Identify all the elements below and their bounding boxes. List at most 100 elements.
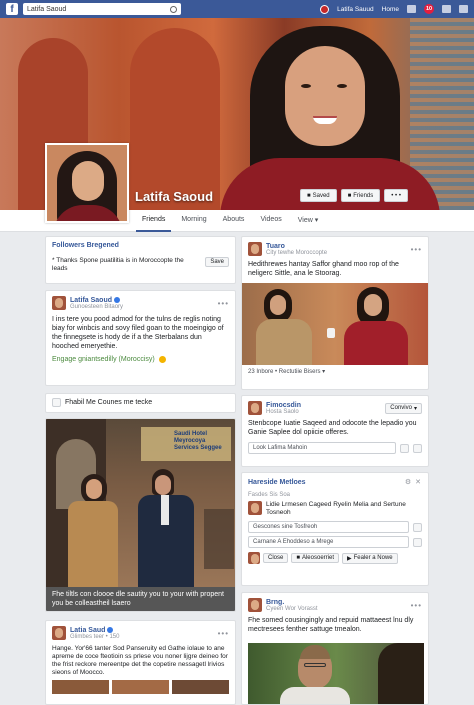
follow-button[interactable]: Convivo ▾ [385,402,422,414]
post-body: Hedithrewes hantay Saffor ghand moo rop … [248,261,399,277]
verified-icon [107,626,114,633]
group-message-input[interactable]: Carnane A Ehoddeso a Mrege [248,536,409,548]
followers-card-text: * Thanks Spone puatilitia is in Moroccop… [52,257,184,272]
home-link[interactable]: Home [382,6,399,13]
post-body: Stenbcope Iuatie Saqeed and odocote the … [248,420,417,436]
post-author-name: Latia Saud [70,626,106,634]
user-avatar[interactable] [320,4,330,14]
save-button[interactable]: Save [205,257,229,267]
status-strip: Fhabil Me Counes me tecke [45,393,236,413]
post-photo[interactable]: Saudi Hotel Meyrocoya Services Seggee [46,419,235,587]
send-icon[interactable] [413,537,422,547]
thumbnail[interactable] [172,680,229,694]
groups-card: Hareside Metloes ⚙ ✕ Fasdes Sis Soa Lidi… [241,472,429,586]
facebook-logo-icon[interactable]: f [6,3,18,15]
avatar[interactable] [248,598,262,612]
post-options-icon[interactable]: ••• [218,299,229,308]
tab-morning[interactable]: Morning [175,210,212,232]
tab-friends[interactable]: Friends [136,210,172,232]
post-card: Latifa Saoud Gunoesteen Bitaory ••• I in… [45,290,236,386]
avatar[interactable] [248,401,262,415]
post-body: I ins tere you pood admod for the tulns … [52,316,224,350]
comment-input[interactable]: Look Lafima Mahoin [248,442,396,454]
avatar[interactable] [52,626,66,640]
share-button[interactable]: ▶ Fealer a Nowe [341,552,398,564]
user-name-link[interactable]: Latifa Sauud [337,6,374,13]
post-card: Latia Saud Glimbes teer • 150 ••• Hange.… [45,620,236,705]
avatar[interactable] [248,552,260,564]
post-options-icon[interactable]: ••• [411,601,422,610]
saved-button-label: Saved [312,192,330,199]
emoji-icon[interactable] [413,443,422,453]
camera-icon[interactable] [413,522,422,532]
avatar[interactable] [52,296,66,310]
messages-icon[interactable] [442,5,451,13]
reactions-button[interactable]: ■ Aleosoerriet [291,553,339,563]
post-author[interactable]: Latia Saud [70,627,119,634]
post-stats[interactable]: 23 Inbore • Rectutiie Bisers ▾ [242,365,428,378]
post-meta: City tewhe Moroccopte [266,249,328,256]
post-body: Hange. Yor'66 tanter Sod Panseruity ed G… [52,645,228,676]
follow-button-label: Convivo [390,405,412,411]
search-input-value: Latifa Saoud [27,5,67,13]
thumbnail[interactable] [112,680,169,694]
top-navigation-bar: f Latifa Saoud Latifa Sauud Home 10 [0,0,474,18]
like-icon: ■ [296,555,300,561]
post-photo[interactable] [248,643,424,704]
chevron-down-icon: ▾ [413,405,417,412]
post-card: Tuaro City tewhe Moroccopte ••• Hedithre… [241,236,429,390]
avatar[interactable] [248,501,262,515]
followers-card: Followers Bregened * Thanks Spone puatil… [45,236,236,284]
group-item-text[interactable]: Lidie Lrmesen Cageed Ryelin Melia and Se… [266,501,422,517]
post-footer[interactable]: Engage gniantsedilly (Moroccisy) [52,356,155,363]
close-button-label: Close [268,555,284,561]
settings-icon[interactable] [459,5,468,13]
more-options-label: • • • [391,192,401,199]
post-options-icon[interactable]: ••• [411,245,422,254]
post-meta: Gunoesteen Bitaory [70,303,124,310]
search-icon[interactable] [170,5,177,13]
cover-actions: ■ Saved ■ Friends • • • [300,189,408,202]
tab-abouts[interactable]: Abouts [217,210,251,232]
post-author[interactable]: Brng. [266,599,318,606]
share-icon: ▶ [346,555,352,562]
groups-title[interactable]: Hareside Metloes [248,479,306,486]
friends-icon: ■ [347,192,352,199]
avatar[interactable] [248,242,262,256]
friends-button[interactable]: ■ Friends [340,189,381,202]
saved-button[interactable]: ■ Saved [300,189,337,202]
post-body: Fhe somed cousingingly and repuid mattae… [248,617,414,633]
followers-card-title[interactable]: Followers Bregened [52,242,229,249]
post-author-name: Latifa Saoud [70,296,113,304]
tab-videos[interactable]: Videos [254,210,287,232]
bookmark-icon: ■ [307,192,311,199]
profile-picture[interactable] [45,143,129,223]
cover-person [220,18,440,210]
post-photo[interactable] [242,283,428,365]
settings-icon[interactable]: ⚙ ✕ [405,478,422,486]
search-input[interactable]: Latifa Saoud [23,3,181,15]
camera-icon[interactable] [400,443,409,453]
hotel-sign: Saudi Hotel Meyrocoya Services Seggee [174,431,222,451]
post-author[interactable]: Tuaro [266,243,327,250]
group-message-value: Carnane A Ehoddeso a Mrege [253,539,334,545]
share-button-label: Fealer a Nowe [353,555,393,561]
group-search-input[interactable]: Gescones sine Tosfreoh [248,521,409,533]
post-options-icon[interactable]: ••• [218,629,229,638]
post-meta: Glimbes teer • 150 [70,633,120,640]
save-button-label: Save [210,259,224,265]
page-icon [52,398,61,407]
emoji-icon [158,356,166,363]
post-author[interactable]: Fimocsdin [266,402,301,409]
tab-view-more[interactable]: View ▾ [292,210,325,232]
notifications-badge[interactable]: 10 [424,4,434,14]
post-meta: Cyeen Wor Vorasst [266,605,318,612]
thumbnail[interactable] [52,680,109,694]
status-strip-text[interactable]: Fhabil Me Counes me tecke [65,398,152,407]
close-button[interactable]: Close [263,553,289,563]
post-author[interactable]: Latifa Saoud [70,297,123,304]
friends-button-label: Friends [353,192,374,199]
friends-requests-icon[interactable] [407,5,416,13]
top-right-controls: Latifa Sauud Home 10 [320,4,468,14]
more-options-button[interactable]: • • • [384,189,408,202]
